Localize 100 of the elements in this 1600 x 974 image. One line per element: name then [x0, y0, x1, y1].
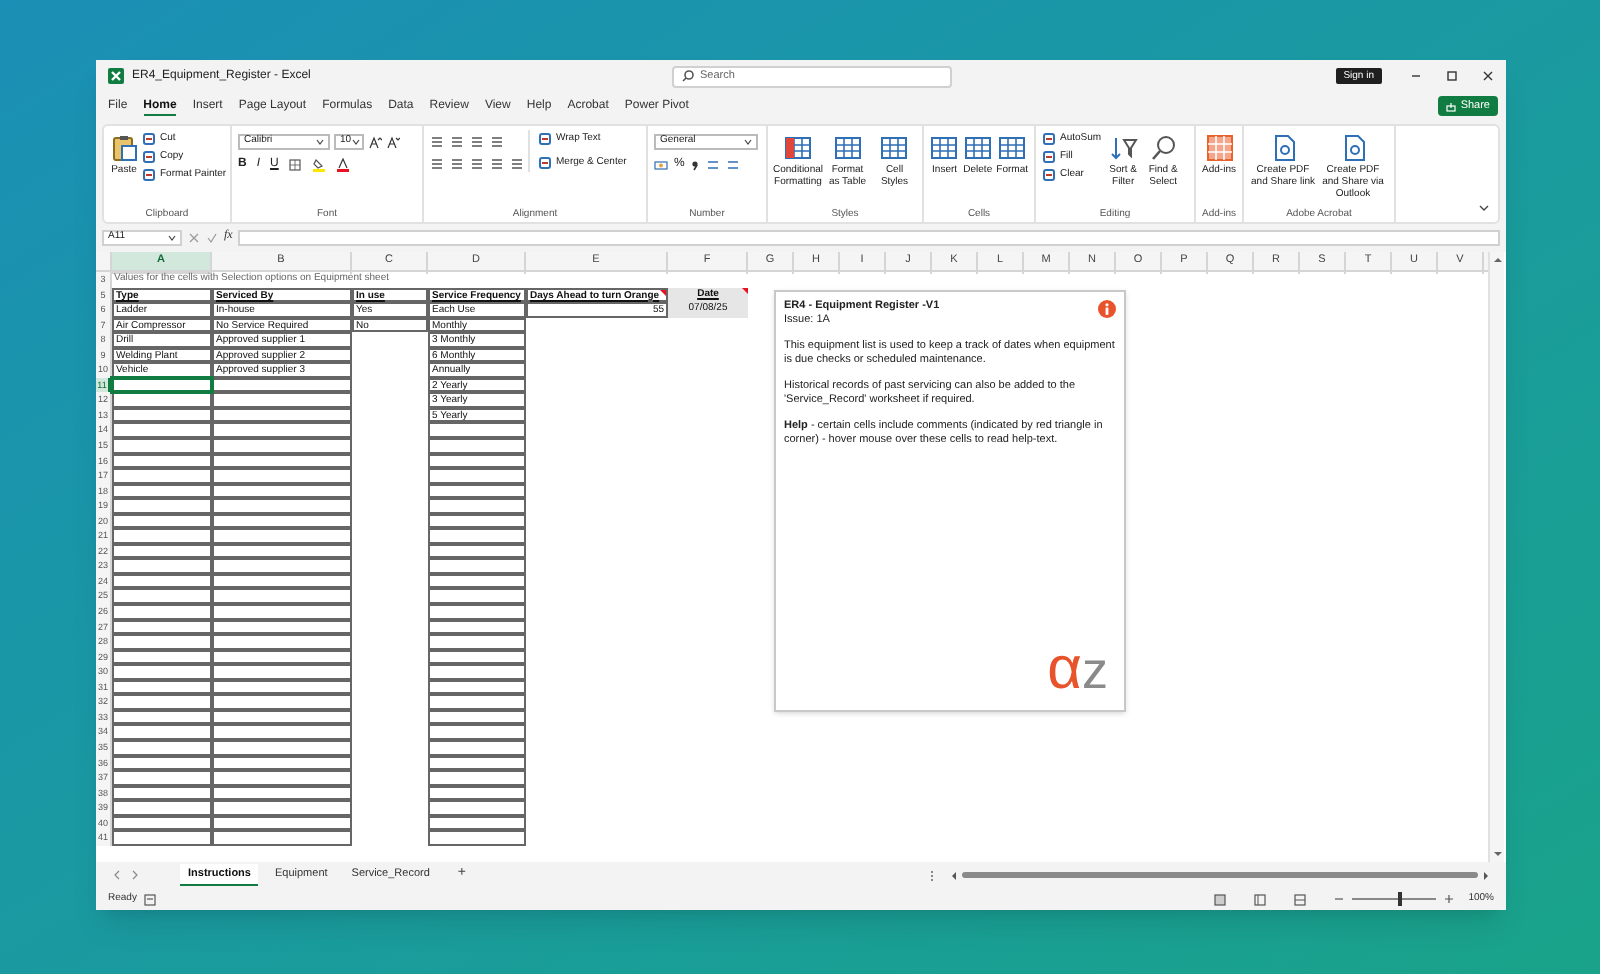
table-cell[interactable]	[212, 483, 352, 499]
increase-font-icon[interactable]	[368, 135, 382, 149]
table-cell[interactable]	[212, 498, 352, 514]
table-cell[interactable]	[428, 724, 526, 740]
align-bottom-icon[interactable]	[470, 134, 484, 148]
table-cell[interactable]	[428, 709, 526, 725]
table-cell[interactable]	[212, 785, 352, 801]
table-cell[interactable]	[428, 528, 526, 544]
table-cell[interactable]	[428, 483, 526, 499]
table-cell[interactable]	[212, 634, 352, 650]
table-cell[interactable]	[112, 709, 212, 725]
increase-decimal-icon[interactable]	[706, 158, 721, 172]
table-cell[interactable]	[112, 392, 212, 408]
align-middle-icon[interactable]	[450, 134, 464, 148]
table-cell[interactable]	[428, 679, 526, 695]
table-cell[interactable]	[212, 513, 352, 529]
table-cell[interactable]	[212, 770, 352, 786]
table-cell[interactable]	[428, 694, 526, 710]
table-cell[interactable]	[112, 739, 212, 755]
table-cell[interactable]	[428, 770, 526, 786]
table-cell[interactable]	[212, 619, 352, 635]
table-cell[interactable]	[112, 755, 212, 771]
table-cell[interactable]	[428, 422, 526, 439]
table-cell[interactable]	[428, 739, 526, 755]
table-cell[interactable]	[112, 438, 212, 454]
table-cell[interactable]	[112, 815, 212, 831]
table-cell[interactable]	[428, 543, 526, 559]
fill-color-icon[interactable]	[312, 158, 327, 172]
table-cell[interactable]	[428, 815, 526, 831]
check-icon[interactable]	[206, 231, 218, 243]
table-cell[interactable]	[212, 739, 352, 755]
table-cell[interactable]	[428, 664, 526, 680]
zoom-in-icon[interactable]	[1444, 894, 1455, 904]
table-cell[interactable]	[212, 755, 352, 771]
table-cell[interactable]	[112, 649, 212, 665]
table-cell[interactable]	[112, 422, 212, 439]
table-cell[interactable]	[112, 830, 212, 846]
table-cell[interactable]	[428, 604, 526, 620]
table-cell[interactable]	[428, 438, 526, 454]
table-cell[interactable]	[112, 604, 212, 620]
table-cell[interactable]	[112, 785, 212, 801]
normal-view-icon[interactable]	[1214, 893, 1227, 905]
minimize-icon[interactable]	[1410, 70, 1422, 82]
table-cell[interactable]	[112, 619, 212, 635]
table-cell[interactable]	[212, 528, 352, 544]
table-cell[interactable]	[112, 634, 212, 650]
active-cell[interactable]	[112, 377, 212, 393]
table-cell[interactable]	[212, 453, 352, 469]
table-cell[interactable]	[428, 513, 526, 529]
table-cell[interactable]	[212, 830, 352, 846]
table-cell[interactable]	[428, 785, 526, 801]
table-cell[interactable]	[212, 558, 352, 574]
table-cell[interactable]	[212, 392, 352, 408]
font-color-icon[interactable]	[336, 158, 351, 172]
table-cell[interactable]	[212, 588, 352, 605]
table-cell[interactable]	[428, 468, 526, 484]
table-cell[interactable]	[112, 483, 212, 499]
comma-style-icon[interactable]	[690, 158, 701, 172]
table-cell[interactable]	[112, 770, 212, 786]
zoom-out-icon[interactable]	[1334, 894, 1345, 904]
table-cell[interactable]	[212, 422, 352, 439]
table-cell[interactable]	[428, 649, 526, 665]
close-icon[interactable]	[1482, 70, 1494, 82]
table-cell[interactable]	[112, 513, 212, 529]
table-cell[interactable]	[112, 694, 212, 710]
table-cell[interactable]	[212, 709, 352, 725]
decrease-font-icon[interactable]	[386, 135, 400, 149]
table-cell[interactable]	[112, 800, 212, 816]
table-cell[interactable]	[112, 679, 212, 695]
formula-input[interactable]	[238, 229, 1500, 245]
table-cell[interactable]	[428, 573, 526, 589]
table-cell[interactable]	[428, 588, 526, 605]
table-cell[interactable]	[428, 634, 526, 650]
table-cell[interactable]	[212, 543, 352, 559]
page-layout-icon[interactable]	[1254, 893, 1267, 905]
table-cell[interactable]	[428, 619, 526, 635]
table-cell[interactable]	[428, 453, 526, 469]
table-cell[interactable]	[212, 800, 352, 816]
table-cell[interactable]	[112, 468, 212, 484]
align-top-icon[interactable]	[430, 134, 444, 148]
table-cell[interactable]	[212, 724, 352, 740]
align-center-icon[interactable]	[450, 156, 464, 170]
table-cell[interactable]	[112, 588, 212, 605]
table-cell[interactable]	[112, 664, 212, 680]
table-cell[interactable]	[212, 649, 352, 665]
zoom-slider-thumb[interactable]	[1398, 892, 1403, 906]
table-cell[interactable]	[112, 558, 212, 574]
horizontal-scrollbar[interactable]	[950, 869, 1490, 881]
table-cell[interactable]	[112, 543, 212, 559]
table-cell[interactable]	[212, 694, 352, 710]
table-cell[interactable]	[112, 453, 212, 469]
table-cell[interactable]	[212, 815, 352, 831]
table-cell[interactable]	[428, 755, 526, 771]
table-cell[interactable]	[212, 407, 352, 423]
table-cell[interactable]	[428, 498, 526, 514]
table-cell[interactable]	[212, 679, 352, 695]
currency-icon[interactable]	[654, 158, 668, 172]
maximize-icon[interactable]	[1446, 70, 1458, 82]
table-cell[interactable]	[112, 407, 212, 423]
table-cell[interactable]	[212, 438, 352, 454]
